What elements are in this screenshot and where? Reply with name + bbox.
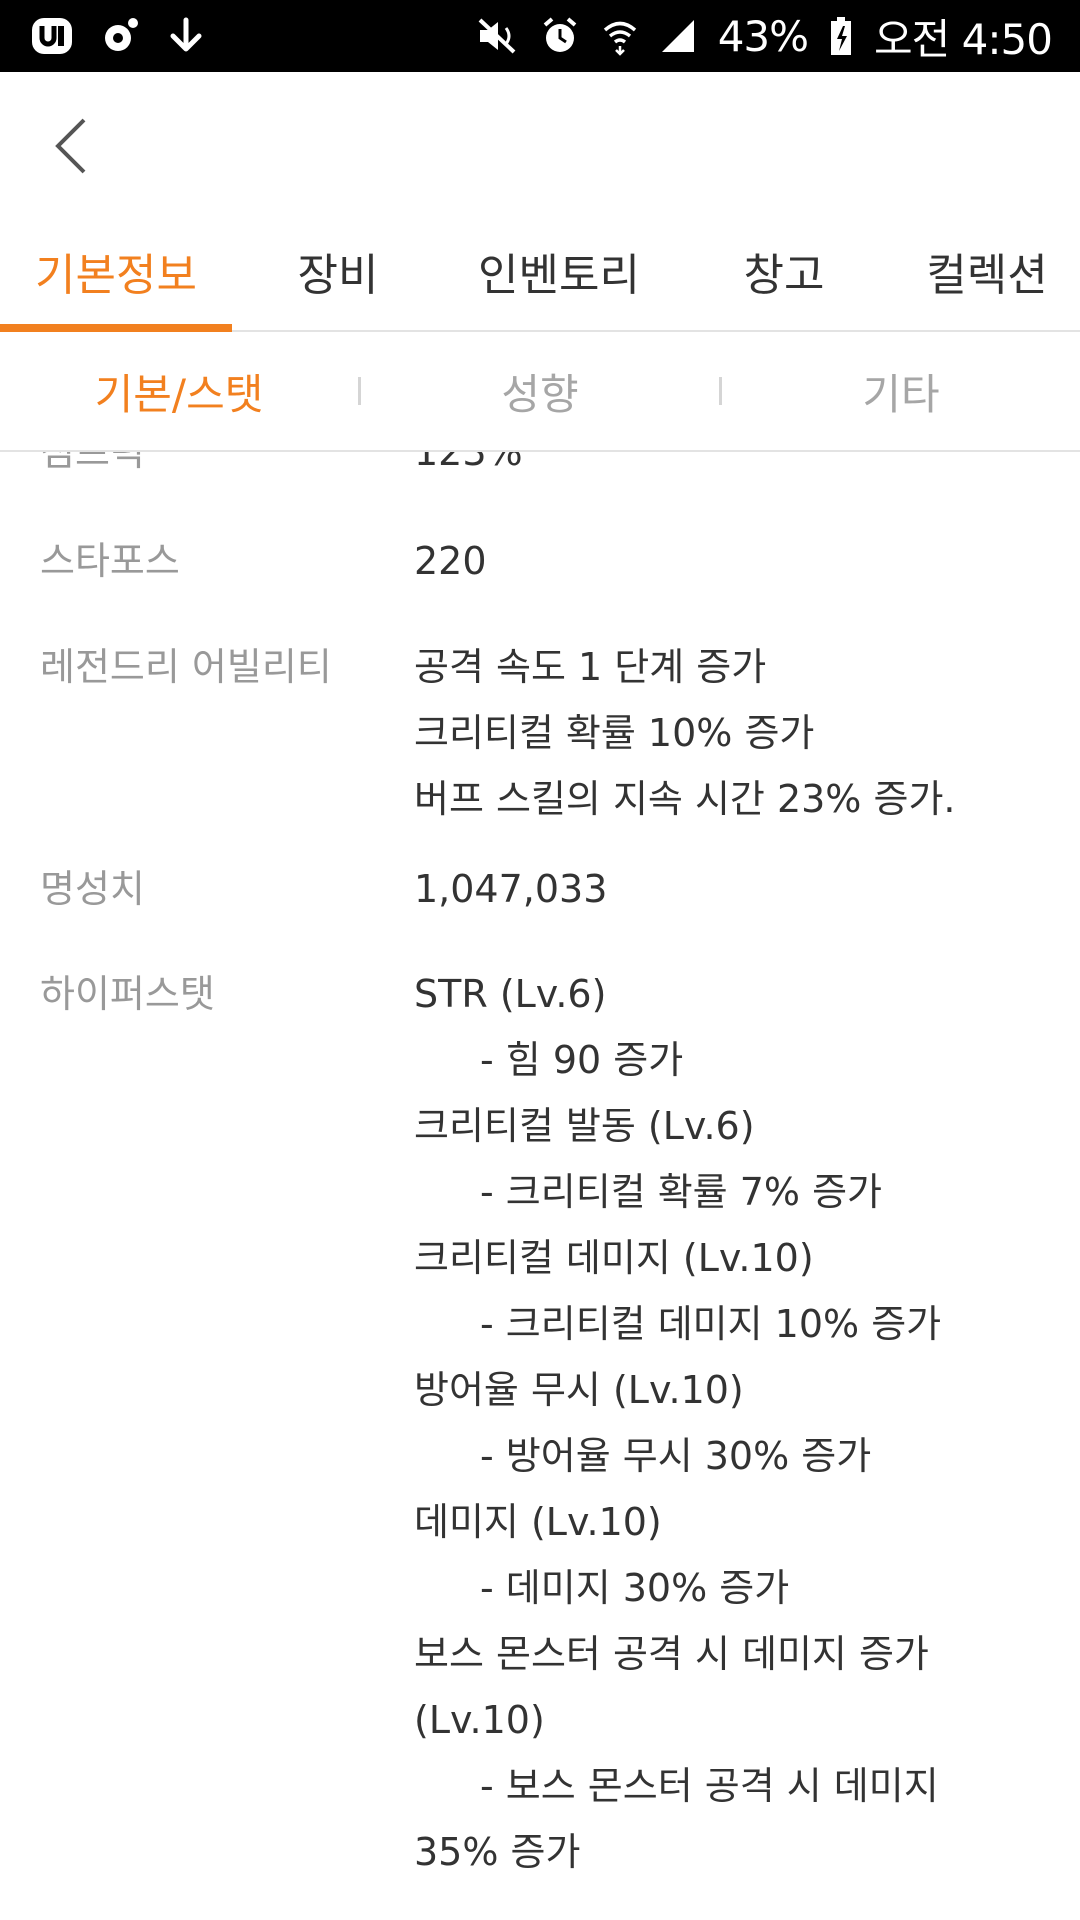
stat-list[interactable]: 점프력 123% 스타포스 220 레전드리 어빌리티 공격 속도 1 단계 증… <box>0 452 1080 1920</box>
sub-tabs: 기본/스탯 성향 기타 <box>0 332 1080 452</box>
clock: 오전 4:50 <box>874 14 1053 64</box>
mute-vibrate-icon <box>476 16 518 56</box>
stat-value-line: - 방어율 무시 30% 증가 <box>480 1434 872 1478</box>
stat-value-line: 버프 스킬의 지속 시간 23% 증가. <box>414 777 956 821</box>
battery-icon <box>830 16 852 56</box>
stat-value-line: 방어율 무시 (Lv.10) <box>414 1368 744 1412</box>
stat-value-line: - 보스 몬스터 공격 시 데미지 <box>480 1764 939 1808</box>
stat-value-line: 123% <box>414 452 523 474</box>
stat-value-line: - 크리티컬 데미지 10% 증가 <box>480 1302 942 1346</box>
stat-value-line: 1,047,033 <box>414 867 608 911</box>
wifi-icon <box>602 16 638 56</box>
stat-value-line: 35% 증가 <box>414 1830 581 1874</box>
notification-icon <box>30 16 74 56</box>
stat-label: 레전드리 어빌리티 <box>40 645 332 689</box>
stat-value-line: 크리티컬 확률 10% 증가 <box>414 711 815 755</box>
stat-value-line: 데미지 (Lv.10) <box>414 1500 662 1544</box>
status-bar: 43% 오전 4:50 <box>0 0 1080 72</box>
stat-label: 점프력 <box>40 452 145 474</box>
stat-value-line: 보스 몬스터 공격 시 데미지 증가 <box>414 1632 929 1676</box>
back-button[interactable] <box>44 114 96 178</box>
subtab-etc[interactable]: 기타 <box>722 361 1080 422</box>
stat-value-line: - 크리티컬 확률 7% 증가 <box>480 1170 882 1214</box>
subtab-tendency[interactable]: 성향 <box>361 361 719 422</box>
stat-value: 1,047,033 <box>414 856 607 922</box>
alarm-icon <box>540 16 580 56</box>
signal-icon <box>660 16 696 56</box>
stat-value-line: (Lv.10) <box>414 1698 545 1742</box>
download-icon <box>166 16 206 56</box>
tab-storage[interactable]: 창고 <box>674 212 894 330</box>
stat-value-line: 220 <box>414 539 487 583</box>
stat-value-line: 공격 속도 1 단계 증가 <box>414 645 767 689</box>
stat-label: 하이퍼스탯 <box>40 972 215 1016</box>
stat-value-line: STR (Lv.6) <box>414 972 607 1016</box>
stat-value-line: - 데미지 30% 증가 <box>480 1566 790 1610</box>
tab-inventory[interactable]: 인벤토리 <box>444 212 674 330</box>
battery-percent: 43% <box>717 11 809 61</box>
status-bar-left <box>30 16 206 56</box>
stat-label: 스타포스 <box>40 539 180 583</box>
stat-value: STR (Lv.6) - 힘 90 증가 크리티컬 발동 (Lv.6) - 크리… <box>414 961 941 1885</box>
tab-equipment[interactable]: 장비 <box>232 212 444 330</box>
stat-value-line: - 힘 90 증가 <box>480 1038 684 1082</box>
tab-collection[interactable]: 컬렉션 <box>894 212 1080 330</box>
app-bar <box>0 72 1080 212</box>
tab-basic-info[interactable]: 기본정보 <box>0 212 232 332</box>
circle-dot-icon <box>100 16 140 56</box>
chevron-left-icon <box>55 118 86 174</box>
stat-value: 123% <box>414 452 523 485</box>
main-tabs: 기본정보 장비 인벤토리 창고 컬렉션 <box>0 212 1080 332</box>
stat-value: 공격 속도 1 단계 증가 크리티컬 확률 10% 증가 버프 스킬의 지속 시… <box>414 634 956 832</box>
stat-value-line: 크리티컬 데미지 (Lv.10) <box>414 1236 814 1280</box>
subtab-basic-stat[interactable]: 기본/스탯 <box>0 361 358 422</box>
stat-label: 명성치 <box>40 867 145 911</box>
stat-value-line: 크리티컬 발동 (Lv.6) <box>414 1104 755 1148</box>
stat-value: 220 <box>414 528 487 594</box>
status-bar-right: 43% 오전 4:50 <box>476 6 1053 67</box>
